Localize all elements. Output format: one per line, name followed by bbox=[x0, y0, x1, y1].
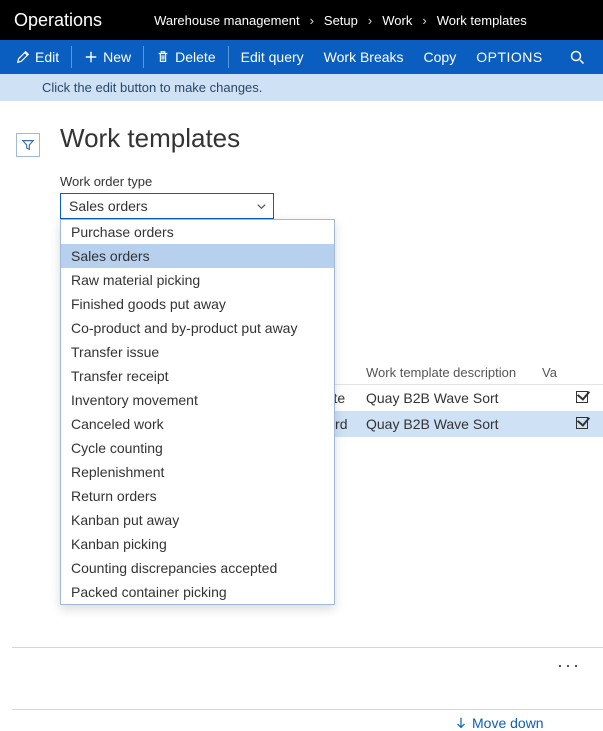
section-divider bbox=[12, 647, 603, 648]
dropdown-option[interactable]: Packed container picking bbox=[61, 580, 334, 604]
dropdown-option[interactable]: Cycle counting bbox=[61, 436, 334, 460]
dropdown-option[interactable]: Transfer issue bbox=[61, 340, 334, 364]
section-divider bbox=[12, 709, 603, 710]
move-down-button[interactable]: Move down bbox=[454, 715, 544, 731]
arrow-down-icon bbox=[454, 716, 468, 730]
chevron-right-icon: › bbox=[368, 13, 372, 28]
breadcrumb-item[interactable]: Work bbox=[382, 13, 412, 28]
cell-valid bbox=[542, 416, 602, 432]
dropdown-option[interactable]: Sales orders bbox=[61, 244, 334, 268]
work-order-type-select[interactable]: Sales orders bbox=[60, 193, 274, 219]
new-button[interactable]: New bbox=[74, 40, 141, 74]
action-toolbar: Edit New Delete Edit query Work Breaks C… bbox=[0, 40, 603, 74]
chevron-right-icon: › bbox=[422, 13, 426, 28]
trash-icon bbox=[156, 50, 170, 64]
new-label: New bbox=[103, 49, 131, 65]
checkmark-icon bbox=[576, 417, 588, 429]
dropdown-option[interactable]: Purchase orders bbox=[61, 220, 334, 244]
options-button[interactable]: OPTIONS bbox=[466, 40, 553, 74]
checkmark-icon bbox=[576, 391, 588, 403]
app-title: Operations bbox=[14, 10, 102, 31]
info-bar: Click the edit button to make changes. bbox=[0, 74, 603, 101]
plus-icon bbox=[84, 50, 98, 64]
page-title: Work templates bbox=[60, 123, 591, 154]
dropdown-option[interactable]: Transfer receipt bbox=[61, 364, 334, 388]
grid-header-valid[interactable]: Va bbox=[542, 365, 602, 380]
cell-valid bbox=[542, 390, 602, 406]
move-down-label: Move down bbox=[472, 715, 544, 731]
chevron-down-icon bbox=[256, 201, 267, 212]
toolbar-divider bbox=[71, 46, 72, 68]
dropdown-option[interactable]: Finished goods put away bbox=[61, 292, 334, 316]
breadcrumb: Warehouse management › Setup › Work › Wo… bbox=[154, 13, 527, 28]
select-value: Sales orders bbox=[69, 198, 148, 214]
table-row[interactable]: tandardQuay B2B Wave Sort bbox=[300, 411, 603, 437]
dropdown-option[interactable]: Kanban put away bbox=[61, 508, 334, 532]
toolbar-divider bbox=[228, 46, 229, 68]
delete-button[interactable]: Delete bbox=[146, 40, 225, 74]
work-breaks-label: Work Breaks bbox=[324, 49, 404, 65]
dropdown-option[interactable]: Raw material picking bbox=[61, 268, 334, 292]
search-icon bbox=[569, 49, 585, 65]
more-actions-button[interactable]: ··· bbox=[557, 655, 581, 676]
toolbar-divider bbox=[143, 46, 144, 68]
dropdown-option[interactable]: Canceled work bbox=[61, 412, 334, 436]
dropdown-option[interactable]: Inventory movement bbox=[61, 388, 334, 412]
dropdown-option[interactable]: Counting discrepancies accepted bbox=[61, 556, 334, 580]
copy-button[interactable]: Copy bbox=[414, 40, 467, 74]
work-order-type-dropdown[interactable]: Purchase ordersSales ordersRaw material … bbox=[60, 219, 335, 605]
chevron-right-icon: › bbox=[310, 13, 314, 28]
pencil-icon bbox=[16, 50, 30, 64]
dropdown-option[interactable]: Replenishment bbox=[61, 460, 334, 484]
cell-description: Quay B2B Wave Sort bbox=[366, 390, 542, 406]
filter-button[interactable] bbox=[16, 133, 40, 157]
edit-query-button[interactable]: Edit query bbox=[231, 40, 314, 74]
work-order-type-label: Work order type bbox=[60, 174, 591, 189]
dropdown-option[interactable]: Return orders bbox=[61, 484, 334, 508]
edit-label: Edit bbox=[35, 49, 59, 65]
work-breaks-button[interactable]: Work Breaks bbox=[314, 40, 414, 74]
edit-button[interactable]: Edit bbox=[6, 40, 69, 74]
table-row[interactable]: xpediteQuay B2B Wave Sort bbox=[300, 385, 603, 411]
grid-header-description[interactable]: Work template description bbox=[366, 365, 542, 380]
cell-description: Quay B2B Wave Sort bbox=[366, 416, 542, 432]
copy-label: Copy bbox=[424, 49, 457, 65]
edit-query-label: Edit query bbox=[241, 49, 304, 65]
breadcrumb-item[interactable]: Work templates bbox=[437, 13, 527, 28]
work-template-grid: Work template description Va xpediteQuay… bbox=[300, 365, 603, 437]
breadcrumb-item[interactable]: Warehouse management bbox=[154, 13, 300, 28]
delete-label: Delete bbox=[175, 49, 215, 65]
options-label: OPTIONS bbox=[476, 49, 543, 65]
dropdown-option[interactable]: Kanban picking bbox=[61, 532, 334, 556]
dropdown-option[interactable]: Co-product and by-product put away bbox=[61, 316, 334, 340]
funnel-icon bbox=[21, 138, 35, 152]
breadcrumb-item[interactable]: Setup bbox=[324, 13, 358, 28]
search-button[interactable] bbox=[557, 40, 597, 74]
